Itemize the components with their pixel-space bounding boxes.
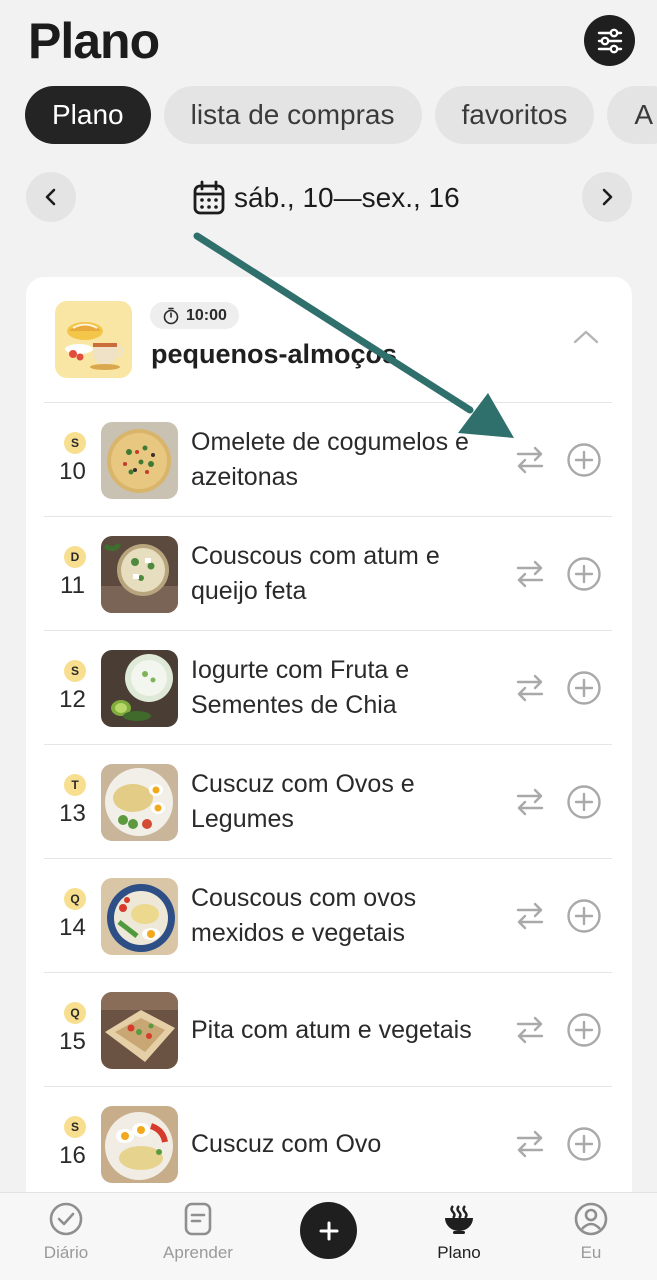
day-number: 14 bbox=[59, 914, 86, 941]
day-number: 10 bbox=[59, 458, 86, 485]
day-number: 15 bbox=[59, 1028, 86, 1055]
recipe-name[interactable]: Couscous com ovos mexidos e vegetais bbox=[191, 859, 491, 973]
meal-card: 10:00 pequenos-almoços S 10 Omelete de c… bbox=[26, 277, 632, 1207]
nav-eu[interactable]: Eu bbox=[536, 1201, 646, 1277]
recipe-photo bbox=[101, 764, 178, 841]
nav-diario-label: Diário bbox=[43, 1243, 89, 1262]
recipe-name[interactable]: Omelete de cogumelos e azeitonas bbox=[191, 403, 491, 517]
recipe-name[interactable]: Couscous com atum e queijo feta bbox=[191, 517, 491, 631]
meal-name: pequenos-almoços bbox=[151, 339, 398, 369]
swap-icon[interactable] bbox=[514, 898, 546, 934]
add-circle-icon[interactable] bbox=[566, 1126, 602, 1162]
nav-aprender-label: Aprender bbox=[163, 1243, 233, 1262]
filter-settings-button[interactable] bbox=[584, 15, 635, 66]
food-bowl-icon bbox=[445, 1205, 473, 1234]
day-number: 12 bbox=[59, 686, 86, 713]
recipe-row[interactable]: Q 15 Pita com atum e vegetais bbox=[44, 972, 612, 1086]
swap-icon[interactable] bbox=[514, 784, 546, 820]
add-circle-icon[interactable] bbox=[566, 670, 602, 706]
sliders-icon bbox=[597, 28, 622, 53]
date-range-selector[interactable]: sáb., 10—sex., 16 bbox=[192, 176, 460, 220]
recipe-photo bbox=[101, 650, 178, 727]
profile-icon bbox=[574, 1202, 608, 1236]
day-letter-badge: Q bbox=[64, 1002, 86, 1024]
recipe-photo bbox=[101, 1106, 178, 1183]
nav-diario[interactable]: Diário bbox=[11, 1201, 121, 1277]
next-week-button[interactable] bbox=[582, 172, 632, 222]
swap-icon[interactable] bbox=[514, 1126, 546, 1162]
add-circle-icon[interactable] bbox=[566, 556, 602, 592]
bottom-navigation: Diário Aprender Plano Eu bbox=[0, 1192, 657, 1280]
document-icon bbox=[184, 1202, 212, 1236]
swap-icon[interactable] bbox=[514, 442, 546, 478]
day-number: 16 bbox=[59, 1142, 86, 1169]
chevron-left-icon bbox=[45, 188, 56, 206]
recipe-name[interactable]: Iogurte com Fruta e Sementes de Chia bbox=[191, 631, 491, 745]
chevron-right-icon bbox=[602, 188, 613, 206]
meal-time-label: 10:00 bbox=[186, 306, 227, 324]
add-circle-icon[interactable] bbox=[566, 898, 602, 934]
swap-icon[interactable] bbox=[514, 1012, 546, 1048]
day-letter-badge: S bbox=[64, 660, 86, 682]
stopwatch-icon bbox=[163, 307, 179, 324]
day-letter-badge: S bbox=[64, 432, 86, 454]
check-circle-icon bbox=[49, 1202, 83, 1236]
add-button[interactable] bbox=[300, 1202, 357, 1259]
nav-plano[interactable]: Plano bbox=[404, 1201, 514, 1277]
recipe-photo bbox=[101, 878, 178, 955]
day-letter-badge: D bbox=[64, 546, 86, 568]
tab-more[interactable]: A bbox=[607, 86, 657, 144]
recipe-row[interactable]: Q 14 Couscous com ovos mexidos e vegetai… bbox=[44, 858, 612, 972]
meal-time-badge: 10:00 bbox=[150, 302, 239, 329]
swap-icon[interactable] bbox=[514, 556, 546, 592]
day-letter-badge: T bbox=[64, 774, 86, 796]
add-circle-icon[interactable] bbox=[566, 1012, 602, 1048]
recipe-row[interactable]: S 16 Cuscuz com Ovo bbox=[44, 1086, 612, 1200]
recipe-row[interactable]: D 11 Couscous com atum e queijo feta bbox=[44, 516, 612, 630]
nav-plano-label: Plano bbox=[437, 1243, 481, 1262]
recipe-photo bbox=[101, 422, 178, 499]
day-letter-badge: S bbox=[64, 1116, 86, 1138]
day-number: 13 bbox=[59, 800, 86, 827]
swap-icon[interactable] bbox=[514, 670, 546, 706]
tab-bar: Plano lista de compras favoritos A bbox=[25, 86, 657, 144]
date-range-label: sáb., 10—sex., 16 bbox=[234, 182, 460, 213]
tab-lista-de-compras[interactable]: lista de compras bbox=[163, 86, 422, 144]
add-circle-icon[interactable] bbox=[566, 442, 602, 478]
tab-plano[interactable]: Plano bbox=[25, 86, 151, 144]
recipe-photo bbox=[101, 992, 178, 1069]
recipe-photo bbox=[101, 536, 178, 613]
previous-week-button[interactable] bbox=[26, 172, 76, 222]
recipe-row[interactable]: T 13 Cuscuz com Ovos e Legumes bbox=[44, 744, 612, 858]
recipe-row[interactable]: S 12 Iogurte com Fruta e Sementes de Chi… bbox=[44, 630, 612, 744]
day-letter-badge: Q bbox=[64, 888, 86, 910]
day-number: 11 bbox=[60, 572, 85, 599]
recipe-name[interactable]: Pita com atum e vegetais bbox=[191, 973, 491, 1087]
nav-aprender[interactable]: Aprender bbox=[143, 1201, 253, 1277]
add-circle-icon[interactable] bbox=[566, 784, 602, 820]
tab-favoritos[interactable]: favoritos bbox=[434, 86, 595, 144]
nav-eu-label: Eu bbox=[580, 1243, 602, 1262]
plus-icon bbox=[319, 1221, 338, 1240]
recipe-name[interactable]: Cuscuz com Ovo bbox=[191, 1087, 491, 1201]
recipe-name[interactable]: Cuscuz com Ovos e Legumes bbox=[191, 745, 491, 859]
calendar-icon bbox=[193, 180, 225, 215]
collapse-button[interactable] bbox=[572, 327, 600, 352]
page-title: Plano bbox=[28, 13, 160, 69]
recipe-row[interactable]: S 10 Omelete de cogumelos e azeitonas bbox=[44, 402, 612, 516]
breakfast-illustration bbox=[55, 301, 132, 378]
chevron-up-icon bbox=[573, 330, 599, 344]
